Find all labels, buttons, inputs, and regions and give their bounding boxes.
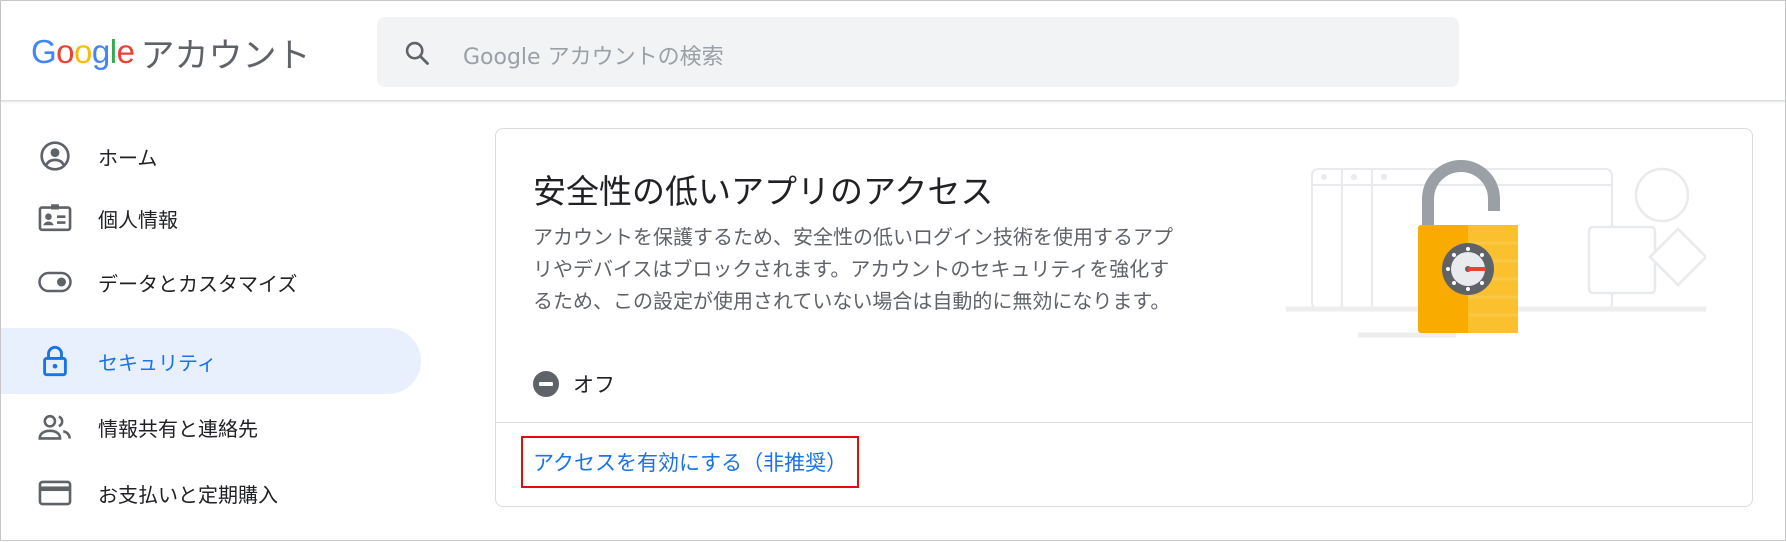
description-line: アカウントを保護するため、安全性の低いログイン技術を使用するアプ [533, 225, 1173, 249]
sidebar-item-label: データとカスタマイズ [98, 271, 298, 296]
sidebar-item-label: 個人情報 [98, 207, 178, 232]
sidebar-item-people-sharing[interactable]: 情報共有と連絡先 [1, 394, 421, 460]
toggle-icon [37, 264, 73, 300]
search-input[interactable]: Google アカウントの検索 [463, 39, 724, 71]
minus-circle-icon [533, 371, 559, 397]
google-account-logo[interactable]: Google アカウント [31, 29, 311, 76]
logo-letter: o [56, 33, 75, 70]
card-divider [496, 422, 1752, 423]
sidebar-item-label: 情報共有と連絡先 [98, 416, 258, 441]
id-card-icon [37, 200, 73, 236]
logo-letter: l [109, 33, 117, 70]
less-secure-apps-card: 安全性の低いアプリのアクセス アカウントを保護するため、安全性の低いログイン技術… [495, 128, 1753, 507]
product-name: アカウント [140, 35, 311, 76]
search-bar[interactable]: Google アカウントの検索 [377, 17, 1459, 87]
card-title: 安全性の低いアプリのアクセス [533, 172, 994, 211]
access-status: オフ [533, 369, 615, 399]
credit-card-icon [37, 475, 73, 511]
lock-icon [37, 343, 73, 379]
app-header: Google アカウント Google アカウントの検索 [1, 1, 1785, 101]
logo-letter: e [116, 33, 135, 70]
google-logo: Google [31, 33, 135, 71]
logo-letter: G [31, 33, 57, 70]
sidebar-item-personal-info[interactable]: 個人情報 [1, 185, 421, 251]
sidebar-item-payments[interactable]: お支払いと定期購入 [1, 460, 421, 526]
sidebar-item-label: ホーム [98, 145, 158, 170]
sidebar-item-home[interactable]: ホーム [1, 123, 421, 189]
search-icon[interactable] [403, 39, 431, 67]
description-line: リやデバイスはブロックされます。アカウントのセキュリティを強化す [533, 257, 1170, 281]
card-description: アカウントを保護するため、安全性の低いログイン技術を使用するアプ リやデバイスは… [533, 221, 1223, 317]
account-circle-icon [37, 138, 73, 174]
status-label: オフ [573, 373, 615, 397]
sidebar-item-security[interactable]: セキュリティ [1, 328, 421, 394]
sidebar-item-data[interactable]: データとカスタマイズ [1, 249, 421, 315]
logo-letter: g [91, 33, 110, 70]
sidebar-item-label: セキュリティ [98, 350, 217, 375]
people-icon [37, 409, 73, 445]
sidebar-nav: ホーム 個人情報 データとカスタマイズ セキュリティ 情報共有と連絡先 お支払い… [1, 101, 431, 542]
sidebar-item-label: お支払いと定期購入 [98, 482, 278, 507]
logo-letter: o [74, 33, 92, 70]
description-line: るため、この設定が使用されていない場合は自動的に無効になります。 [533, 289, 1171, 313]
unlocked-padlock-illustration [1266, 139, 1708, 339]
enable-access-link[interactable]: アクセスを有効にする（非推奨） [521, 436, 860, 488]
